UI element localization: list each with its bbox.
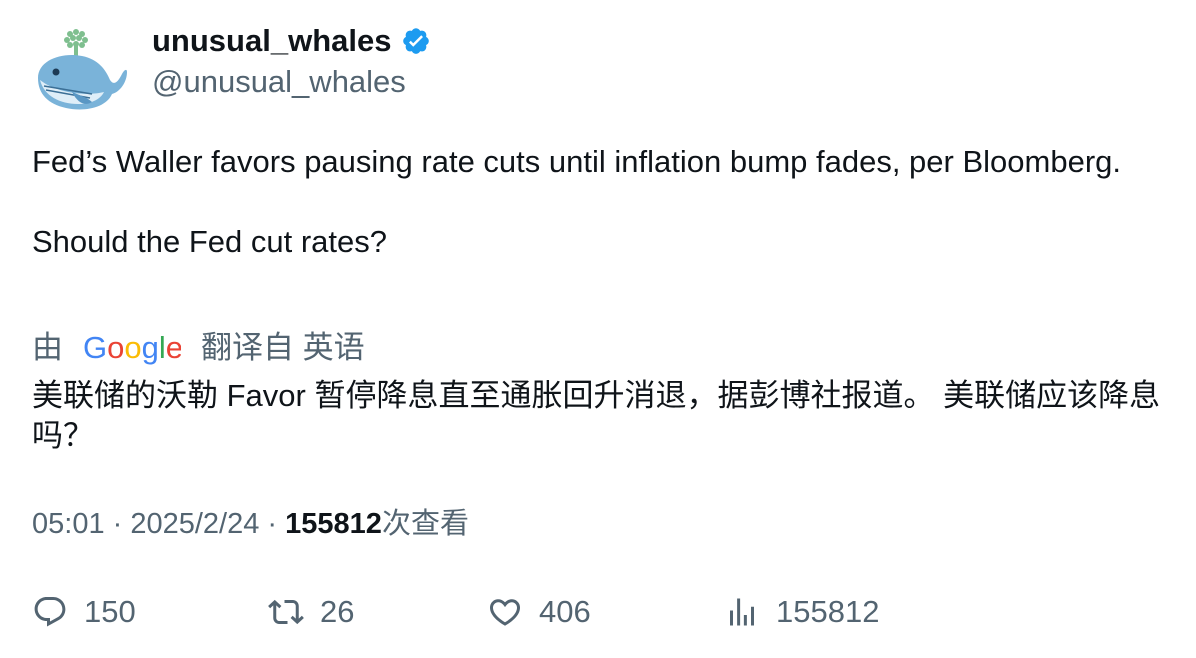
- translated-text: 美联储的沃勒 Favor 暂停降息直至通胀回升消退，据彭博社报道。 美联储应该降…: [32, 378, 1161, 453]
- meta-separator: ·: [104, 508, 131, 540]
- meta-separator: ·: [259, 508, 286, 540]
- author-name[interactable]: unusual_whales: [152, 22, 391, 60]
- reply-icon: [34, 597, 66, 627]
- whale-avatar-icon: [38, 29, 127, 110]
- tweet-line-1: Fed’s Waller favors pausing rate cuts un…: [32, 144, 1121, 179]
- avatar[interactable]: [32, 26, 128, 114]
- analytics-icon: [730, 598, 754, 626]
- action-bar: 150 26 406 155812: [32, 590, 1162, 634]
- retweet-button[interactable]: 26: [268, 590, 354, 634]
- verified-badge-icon: [401, 26, 431, 56]
- translation-prefix: 由: [32, 330, 63, 365]
- heart-icon: [489, 599, 521, 626]
- retweet-count: 26: [320, 594, 355, 629]
- reply-button[interactable]: 150: [32, 590, 136, 634]
- tweet-time[interactable]: 05:01: [32, 508, 105, 540]
- tweet-meta: 05:01 · 2025/2/24 · 155812次查看: [32, 505, 469, 543]
- reply-count: 150: [84, 594, 136, 629]
- like-count: 406: [539, 594, 591, 629]
- tweet-date[interactable]: 2025/2/24: [130, 508, 259, 540]
- google-logo: Google: [83, 328, 181, 368]
- views-label: 次查看: [381, 508, 469, 540]
- author-handle[interactable]: @unusual_whales: [152, 63, 406, 101]
- views-action-count: 155812: [776, 594, 880, 629]
- views-count: 155812: [285, 508, 382, 540]
- author-name-row[interactable]: unusual_whales: [152, 22, 431, 60]
- tweet-text: Fed’s Waller favors pausing rate cuts un…: [32, 142, 1162, 262]
- translation-suffix: 翻译自 英语: [201, 330, 365, 365]
- translation-attribution[interactable]: 由 Google 翻译自 英语: [32, 328, 365, 368]
- svg-text:Google: Google: [83, 331, 181, 365]
- retweet-icon: [268, 599, 304, 625]
- views-button[interactable]: 155812: [724, 590, 879, 634]
- tweet-line-2: Should the Fed cut rates?: [32, 224, 388, 259]
- like-button[interactable]: 406: [487, 590, 591, 634]
